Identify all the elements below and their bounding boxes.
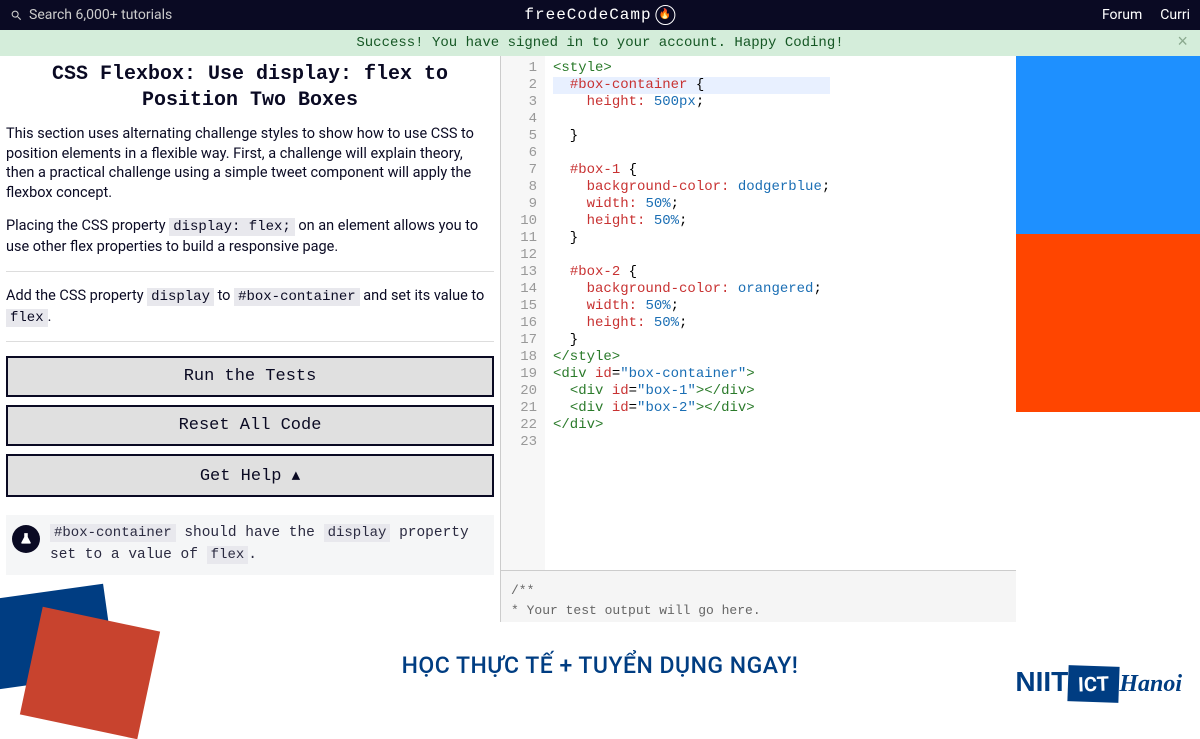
- reset-code-button[interactable]: Reset All Code: [6, 405, 494, 446]
- test-description: #box-container should have the display p…: [50, 523, 488, 567]
- preview-box-2: [1016, 234, 1200, 412]
- nav-forum[interactable]: Forum: [1102, 7, 1142, 23]
- close-icon[interactable]: ×: [1177, 33, 1188, 53]
- preview-box-1: [1016, 56, 1200, 234]
- nav-links: Forum Curri: [1102, 7, 1200, 23]
- slogan-text: HỌC THỰC TẾ + TUYỂN DỤNG NGAY!: [402, 652, 799, 679]
- intro-paragraph: This section uses alternating challenge …: [6, 124, 494, 202]
- run-tests-button[interactable]: Run the Tests: [6, 356, 494, 397]
- code-content[interactable]: <style> #box-container { height: 500px; …: [545, 56, 830, 570]
- nav-curriculum[interactable]: Curri: [1160, 7, 1190, 23]
- main-content: CSS Flexbox: Use display: flex to Positi…: [0, 56, 1200, 648]
- success-banner: Success! You have signed in to your acco…: [0, 30, 1200, 56]
- search-icon: [10, 9, 23, 22]
- line-gutter: 1234567891011121314151617181920212223: [501, 56, 545, 570]
- code-editor[interactable]: 1234567891011121314151617181920212223 <s…: [501, 56, 1016, 570]
- banner-text: Success! You have signed in to your acco…: [356, 35, 843, 51]
- search-box[interactable]: Search 6,000+ tutorials: [0, 7, 182, 23]
- preview-panel: [1016, 56, 1200, 648]
- brand-text: freeCodeCamp: [524, 6, 651, 24]
- brand-logo[interactable]: freeCodeCamp 🔥: [524, 5, 675, 25]
- code-inline: display: flex;: [169, 218, 295, 236]
- editor-panel: 1234567891011121314151617181920212223 <s…: [500, 56, 1016, 648]
- fire-icon: 🔥: [656, 5, 676, 25]
- search-placeholder: Search 6,000+ tutorials: [29, 7, 172, 23]
- theory-paragraph: Placing the CSS property display: flex; …: [6, 216, 494, 256]
- get-help-button[interactable]: Get Help ▴: [6, 454, 494, 497]
- instructions-panel: CSS Flexbox: Use display: flex to Positi…: [0, 56, 500, 648]
- challenge-title: CSS Flexbox: Use display: flex to Positi…: [6, 62, 494, 114]
- flask-icon: [12, 525, 40, 553]
- separator: [6, 341, 494, 342]
- footer-banner: HỌC THỰC TẾ + TUYỂN DỤNG NGAY! NIIT ICT …: [0, 622, 1200, 708]
- decoration-red: [20, 607, 160, 739]
- top-nav: Search 6,000+ tutorials freeCodeCamp 🔥 F…: [0, 0, 1200, 30]
- separator: [6, 271, 494, 272]
- test-item: #box-container should have the display p…: [6, 515, 494, 575]
- task-paragraph: Add the CSS property display to #box-con…: [6, 286, 494, 328]
- niit-logo: NIIT ICT Hanoi: [1015, 666, 1182, 698]
